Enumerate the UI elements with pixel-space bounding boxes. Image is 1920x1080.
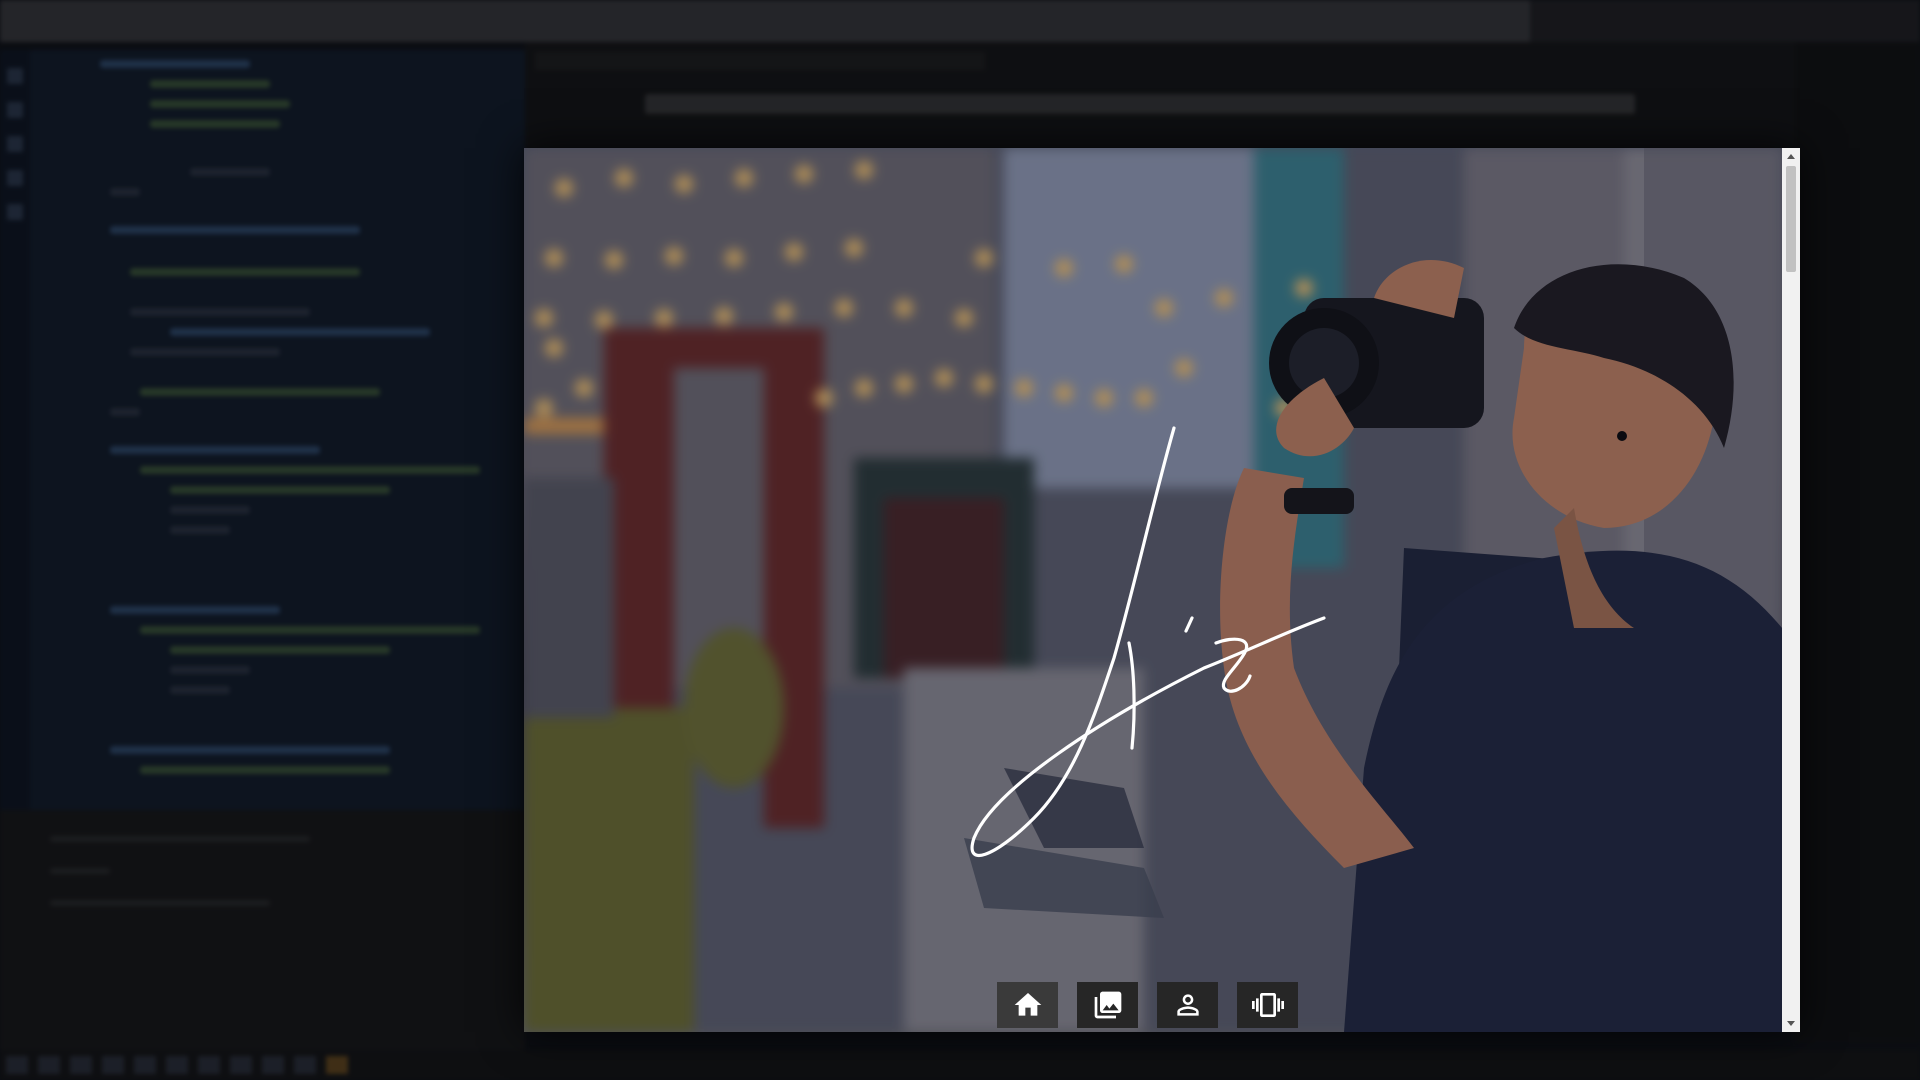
home-icon: [1014, 993, 1041, 1016]
code-editor-background: [0, 50, 525, 810]
window-top-bar-right: [1530, 0, 1920, 42]
hero-photo: [524, 148, 1782, 1032]
window-top-bar: [0, 0, 1530, 42]
home-button[interactable]: [997, 982, 1058, 1028]
vertical-scrollbar[interactable]: [1782, 148, 1800, 1032]
profile-button[interactable]: [1157, 982, 1218, 1028]
scroll-up-arrow-icon[interactable]: [1787, 154, 1795, 159]
site-preview-window: [524, 148, 1800, 1032]
gallery-button[interactable]: [1077, 982, 1138, 1028]
scrollbar-thumb[interactable]: [1786, 166, 1796, 272]
image-gallery-icon: [1094, 991, 1121, 1019]
scroll-down-arrow-icon[interactable]: [1787, 1021, 1795, 1026]
person-icon: [1176, 994, 1199, 1016]
taskbar: [0, 1050, 1920, 1080]
browser-chrome-background: [525, 42, 1795, 148]
vibrate-phone-icon: [1251, 993, 1284, 1017]
bottom-navigation: [997, 982, 1298, 1028]
editor-activity-bar: [0, 50, 30, 810]
contact-button[interactable]: [1237, 982, 1298, 1028]
terminal-panel-background: [0, 810, 525, 1050]
signature-logo: [970, 426, 1326, 857]
right-panel-background: [1795, 42, 1920, 1042]
